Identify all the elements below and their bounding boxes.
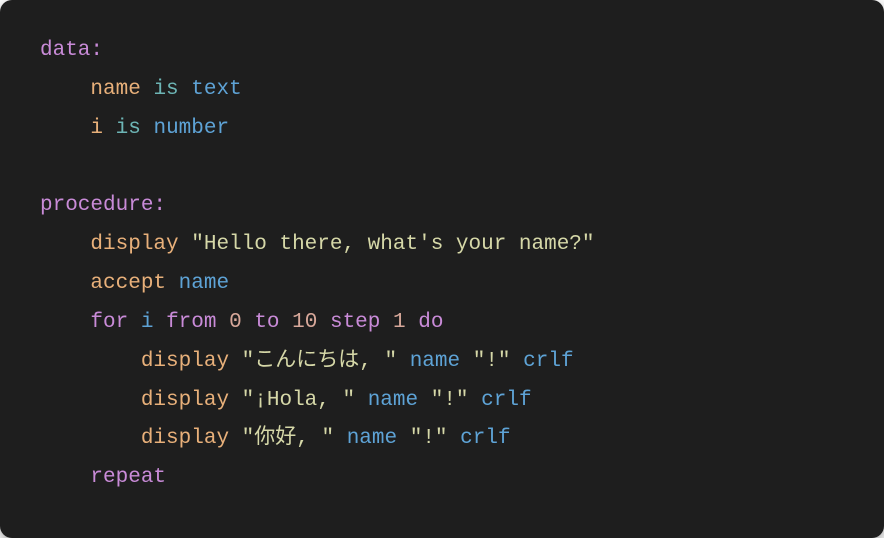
string-bang: "!"	[410, 427, 448, 450]
code-line-3: i is number	[40, 110, 844, 149]
keyword-crlf: crlf	[481, 389, 531, 412]
string-hello: "Hello there, what's your name?"	[191, 233, 594, 256]
variable-name: name	[179, 272, 229, 295]
code-line-1: data:	[40, 32, 844, 71]
keyword-is: is	[153, 78, 178, 101]
string-chinese: "你好, "	[242, 427, 334, 450]
code-line-2: name is text	[40, 71, 844, 110]
number-0: 0	[229, 311, 242, 334]
code-line-9: display "こんにちは, " name "!" crlf	[40, 343, 844, 382]
code-line-10: display "¡Hola, " name "!" crlf	[40, 382, 844, 421]
code-line-4-blank	[40, 149, 844, 188]
keyword-from: from	[166, 311, 216, 334]
code-line-11: display "你好, " name "!" crlf	[40, 420, 844, 459]
code-line-8: for i from 0 to 10 step 1 do	[40, 304, 844, 343]
keyword-do: do	[418, 311, 443, 334]
keyword-crlf: crlf	[460, 427, 510, 450]
variable-i: i	[90, 117, 103, 140]
string-bang: "!"	[473, 350, 511, 373]
code-line-12: repeat	[40, 459, 844, 498]
variable-name: name	[347, 427, 397, 450]
keyword-procedure: procedure:	[40, 194, 166, 217]
keyword-accept: accept	[90, 272, 166, 295]
string-bang: "!"	[431, 389, 469, 412]
variable-i: i	[141, 311, 154, 334]
keyword-for: for	[90, 311, 128, 334]
variable-name: name	[410, 350, 460, 373]
keyword-repeat: repeat	[90, 466, 166, 489]
string-japanese: "こんにちは, "	[242, 350, 397, 373]
number-1: 1	[393, 311, 406, 334]
keyword-step: step	[330, 311, 380, 334]
type-text: text	[191, 78, 241, 101]
string-spanish: "¡Hola, "	[242, 389, 355, 412]
code-line-7: accept name	[40, 265, 844, 304]
keyword-display: display	[90, 233, 178, 256]
variable-name: name	[368, 389, 418, 412]
code-line-6: display "Hello there, what's your name?"	[40, 226, 844, 265]
keyword-display: display	[141, 427, 229, 450]
keyword-display: display	[141, 350, 229, 373]
keyword-display: display	[141, 389, 229, 412]
code-line-5: procedure:	[40, 187, 844, 226]
variable-name: name	[90, 78, 140, 101]
keyword-crlf: crlf	[523, 350, 573, 373]
keyword-data: data:	[40, 39, 103, 62]
keyword-to: to	[254, 311, 279, 334]
number-10: 10	[292, 311, 317, 334]
type-number: number	[153, 117, 229, 140]
keyword-is: is	[116, 117, 141, 140]
code-block: data: name is text i is number procedure…	[0, 0, 884, 538]
